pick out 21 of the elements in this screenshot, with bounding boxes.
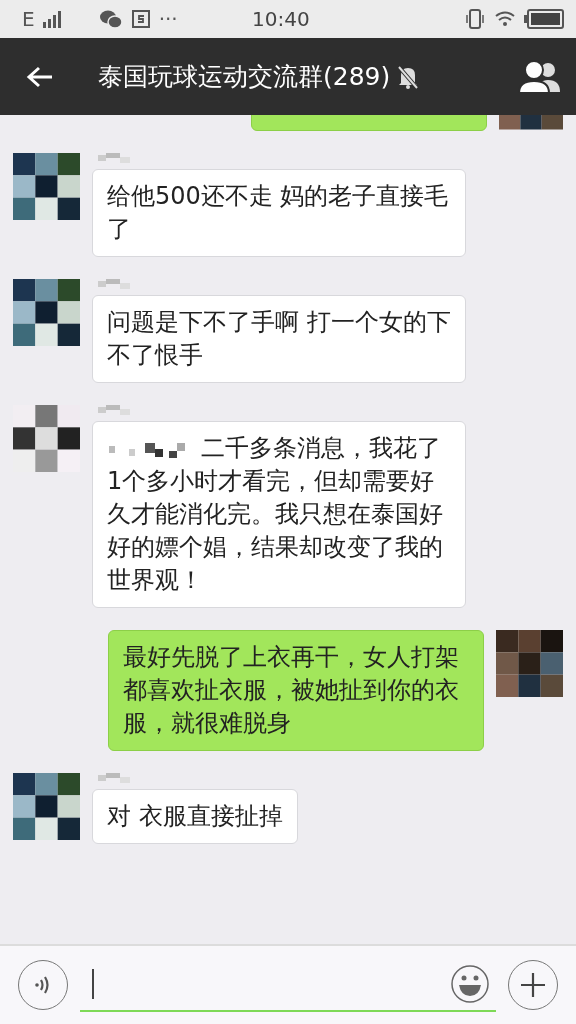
blurred-name-drawing — [98, 405, 132, 417]
message-bubble: 问题是下不了手啊 打一个女的下不了恨手 — [92, 295, 466, 383]
blurred-name-drawing — [98, 773, 132, 785]
blurred-name-drawing — [98, 279, 132, 291]
blurred-name-drawing — [98, 153, 132, 165]
wifi-icon — [494, 10, 516, 28]
smiley-icon[interactable] — [450, 964, 490, 1004]
message-bubble: 对 衣服直接扯掉 — [92, 789, 298, 844]
add-button[interactable] — [508, 960, 558, 1010]
voice-button[interactable] — [18, 960, 68, 1010]
vibrate-icon — [464, 8, 486, 30]
more-notifications: ··· — [158, 7, 178, 31]
network-type: E — [22, 7, 35, 31]
battery-icon — [524, 9, 564, 29]
plus-icon — [519, 971, 547, 999]
message-bubble: 最好先脱了上衣再干，女人打架都喜欢扯衣服，被她扯到你的衣服，就很难脱身 — [108, 630, 484, 751]
message-bubble: 给他500还不走 妈的老子直接毛了 — [92, 169, 466, 257]
chat-title: 泰国玩球运动交流群(289) — [98, 61, 391, 93]
clock-time: 10:40 — [252, 7, 310, 31]
chat-bubbles-icon — [98, 9, 123, 29]
message-bubble: 二千多条消息，我花了1个多小时才看完，但却需要好久才能消化完。我只想在泰国好好的嫖个娼，结果却改变了我的世界观！ — [92, 421, 466, 608]
